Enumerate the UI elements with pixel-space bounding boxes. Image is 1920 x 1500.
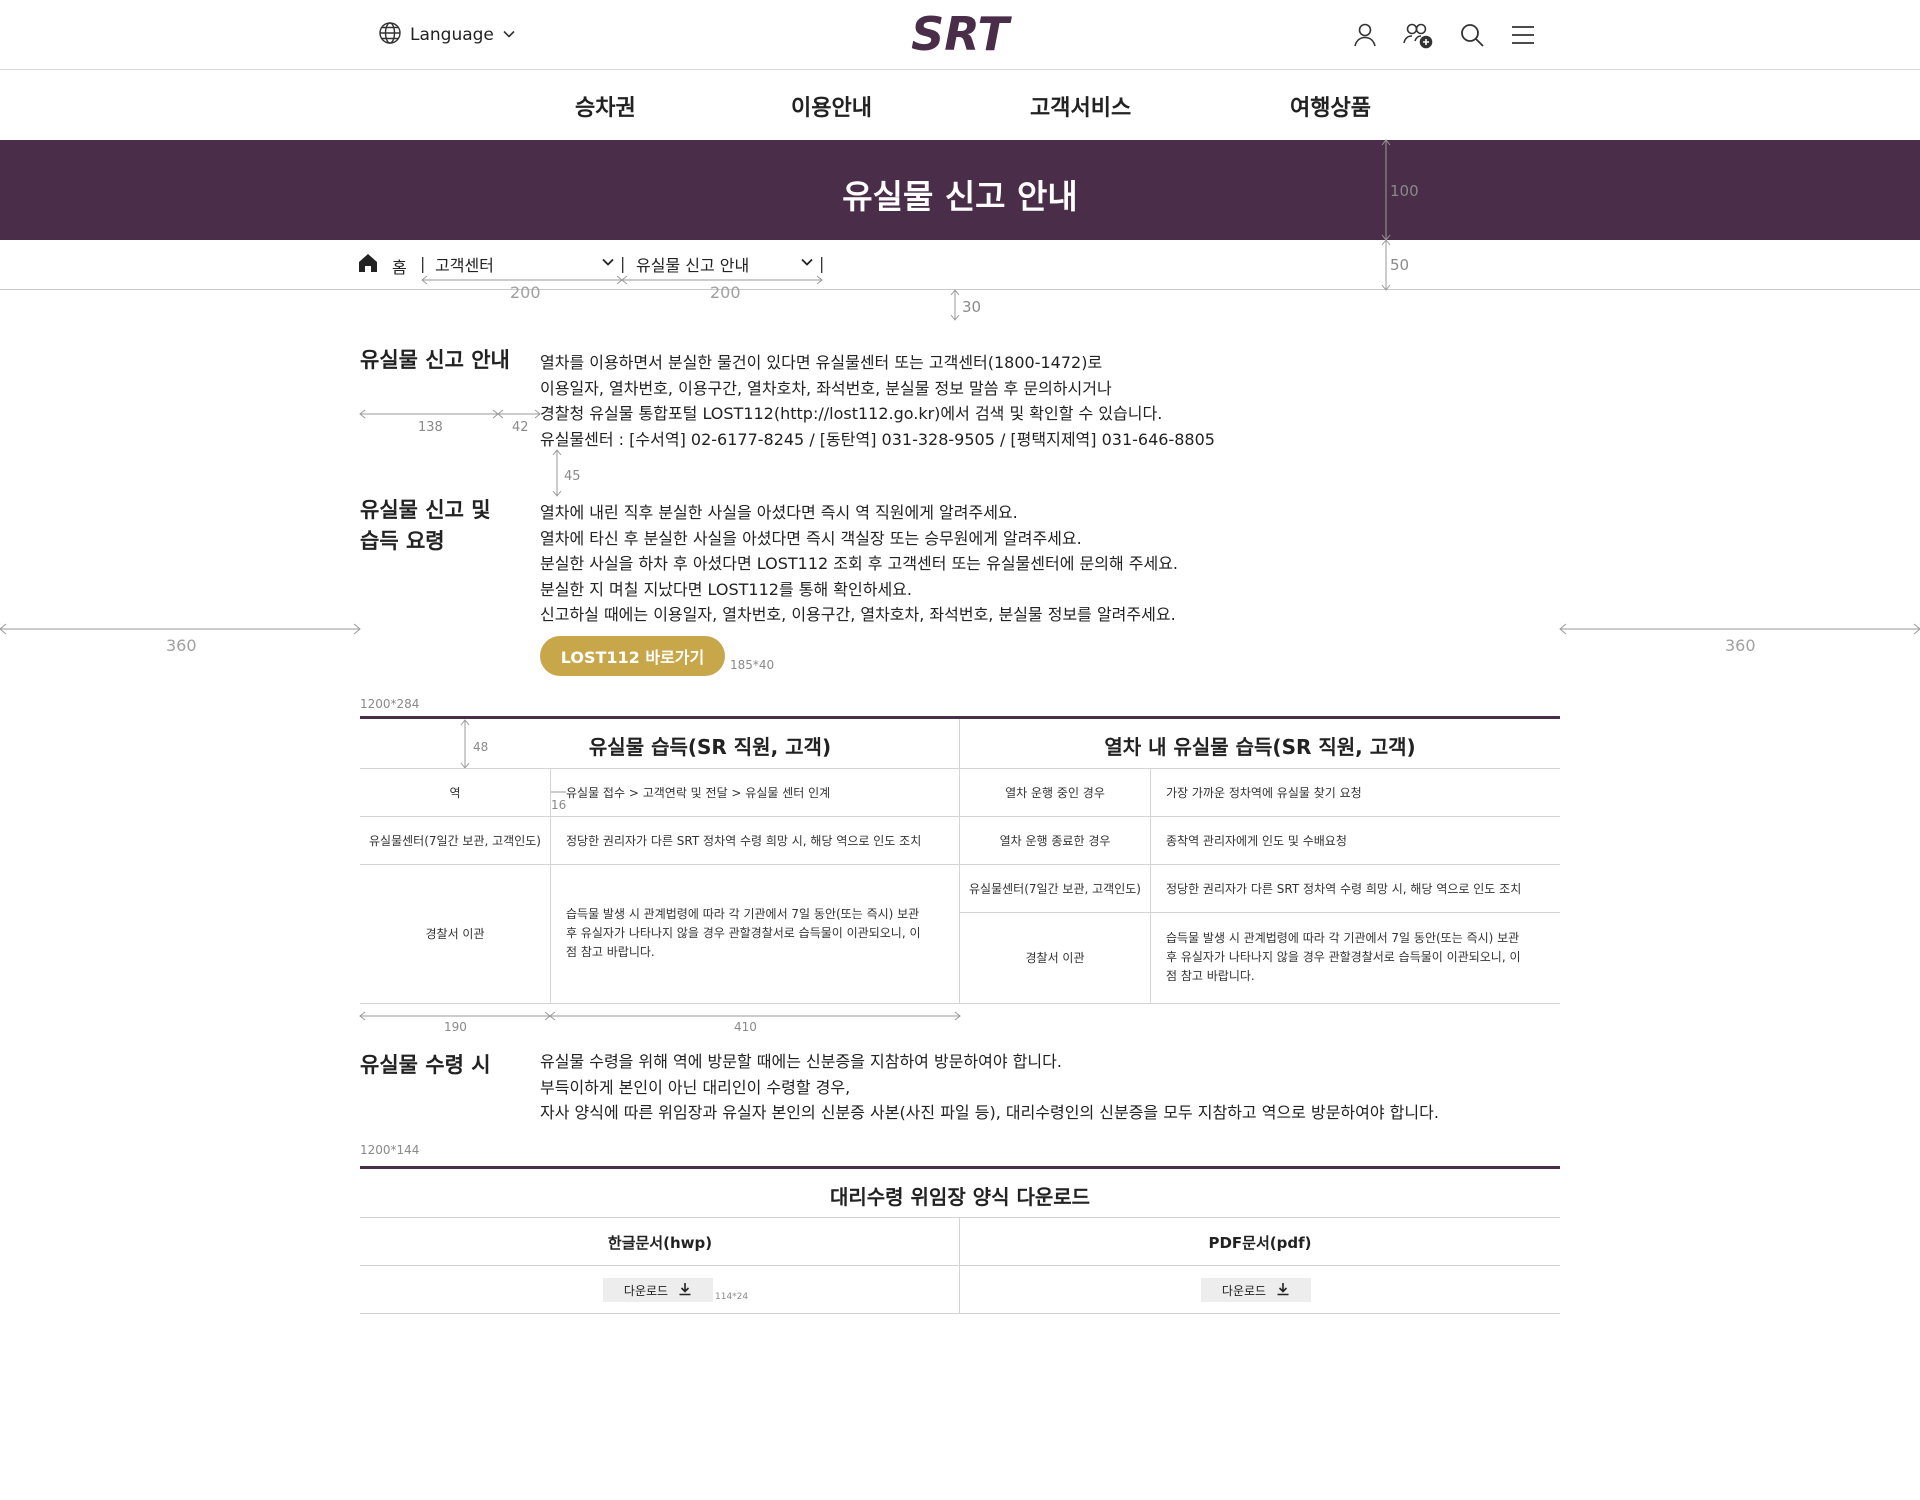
table-row-text: 유실물 접수 > 고객연락 및 전달 > 유실물 센터 인계 (566, 785, 831, 800)
download-icon (1276, 1282, 1290, 1299)
download-button-label: 다운로드 (623, 1283, 669, 1298)
column-divider (1150, 768, 1151, 1003)
table-row-text: 종착역 관리자에게 인도 및 수배요청 (1166, 833, 1347, 848)
heading-line: 습득 요령 (360, 529, 445, 553)
row-divider (360, 1217, 1560, 1218)
download-hwp-button[interactable]: 다운로드 (603, 1278, 713, 1302)
text-line: 열차에 타신 후 분실한 사실을 아셨다면 즉시 객실장 또는 승무원에게 알려… (540, 528, 1082, 548)
table-row-text: 습득물 발생 시 관계법령에 따라 각 기관에서 7일 동안(또는 즉시) 보관… (1166, 931, 1521, 983)
table-row-text: 가장 가까운 정차역에 유실물 찾기 요청 (1166, 785, 1362, 800)
text-line: 분실한 지 며칠 지났다면 LOST112를 통해 확인하세요. (540, 579, 912, 599)
text-line: 경찰청 유실물 통합포털 LOST112(http://lost112.go.k… (540, 404, 1163, 423)
text-line: 이용일자, 열차번호, 이용구간, 열차호차, 좌석번호, 분실물 정보 말씀 … (540, 378, 1112, 398)
row-divider (360, 1003, 1560, 1004)
table-row-label: 경찰서 이관 (1025, 951, 1085, 965)
text-line: 부득이하게 본인이 아닌 대리인이 수령할 경우, (540, 1077, 851, 1097)
spec-label: 100 (1390, 182, 1419, 200)
table-left-title: 유실물 습득(SR 직원, 고객) (588, 735, 832, 759)
column-divider (550, 768, 551, 1003)
table-right-title: 열차 내 유실물 습득(SR 직원, 고객) (1104, 735, 1416, 759)
lost112-button[interactable]: LOST112 바로가기 (540, 636, 725, 676)
spec-label: 410 (734, 1020, 757, 1034)
text-line: 열차를 이용하면서 분실한 물건이 있다면 유실물센터 또는 고객센터(1800… (540, 353, 1103, 372)
pdf-label: PDF문서(pdf) (1208, 1234, 1312, 1252)
table-row-label: 유실물센터(7일간 보관, 고객인도) (369, 833, 541, 848)
download-pdf-button[interactable]: 다운로드 (1201, 1278, 1311, 1302)
row-divider (360, 1313, 1560, 1314)
download-title: 대리수령 위임장 양식 다운로드 (829, 1185, 1091, 1209)
spec-label: 138 (418, 420, 443, 435)
section-heading-tips: 유실물 신고 및 습득 요령 (360, 495, 491, 557)
spec-label: 190 (444, 1020, 467, 1034)
section-body-tips: 열차에 내린 직후 분실한 사실을 아셨다면 즉시 역 직원에게 알려주세요. … (540, 500, 1178, 628)
table-row-label: 열차 운행 중인 경우 (1005, 785, 1105, 800)
table-top-border (360, 716, 1560, 719)
download-table-top-border (360, 1166, 1560, 1169)
spec-label: 200 (710, 283, 741, 302)
text-line: 유실물 수령을 위해 역에 방문할 때에는 신분증을 지참하여 방문하여야 합니… (540, 1052, 1062, 1071)
spec-label: 185*40 (730, 658, 775, 672)
spec-label: 1200*284 (360, 697, 420, 711)
section-body-report: 열차를 이용하면서 분실한 물건이 있다면 유실물센터 또는 고객센터(1800… (540, 350, 1215, 452)
table-row-text: 정당한 권리자가 다른 SRT 정차역 수령 희망 시, 해당 역으로 인도 조… (566, 833, 922, 848)
heading-line: 유실물 신고 및 (360, 498, 491, 522)
text-line: 유실물센터 : [수서역] 02-6177-8245 / [동탄역] 031-3… (540, 429, 1215, 449)
spec-label: 1200*144 (360, 1143, 420, 1157)
hwp-label: 한글문서(hwp) (607, 1234, 713, 1252)
spec-label: 200 (510, 283, 541, 302)
spec-label: 114*24 (715, 1292, 749, 1302)
text-line: 신고하실 때에는 이용일자, 열차번호, 이용구간, 열차호차, 좌석번호, 분… (540, 605, 1176, 624)
spec-label: 360 (166, 636, 197, 655)
spec-label: 360 (1725, 636, 1756, 655)
text-line: 열차에 내린 직후 분실한 사실을 아셨다면 즉시 역 직원에게 알려주세요. (540, 503, 1018, 522)
table-row-label: 유실물센터(7일간 보관, 고객인도) (969, 881, 1141, 896)
section-body-receive: 유실물 수령을 위해 역에 방문할 때에는 신분증을 지참하여 방문하여야 합니… (540, 1049, 1439, 1126)
table-row-label: 열차 운행 종료한 경우 (999, 833, 1111, 848)
section-heading-receive: 유실물 수령 시 (360, 1053, 491, 1077)
download-button-label: 다운로드 (1221, 1283, 1267, 1298)
table-row-label: 경찰서 이관 (425, 927, 485, 941)
table-row-text: 정당한 권리자가 다른 SRT 정차역 수령 희망 시, 해당 역으로 인도 조… (1166, 881, 1522, 896)
text-line: 자사 양식에 따른 위임장과 유실자 본인의 신분증 사본(사진 파일 등), … (540, 1103, 1439, 1122)
spec-label: 16 (551, 798, 567, 812)
spec-label: 42 (512, 420, 529, 435)
row-divider (360, 1265, 1560, 1266)
spec-label: 50 (1390, 256, 1410, 274)
text-line: 분실한 사실을 하차 후 아셨다면 LOST112 조회 후 고객센터 또는 유… (540, 554, 1179, 573)
download-icon (678, 1282, 692, 1299)
section-heading-report: 유실물 신고 안내 (360, 348, 510, 372)
spec-label: 45 (564, 469, 581, 484)
table-row-text: 습득물 발생 시 관계법령에 따라 각 기관에서 7일 동안(또는 즉시) 보관… (566, 907, 921, 959)
spec-label: 30 (962, 298, 982, 316)
table-row-label: 역 (449, 785, 461, 800)
